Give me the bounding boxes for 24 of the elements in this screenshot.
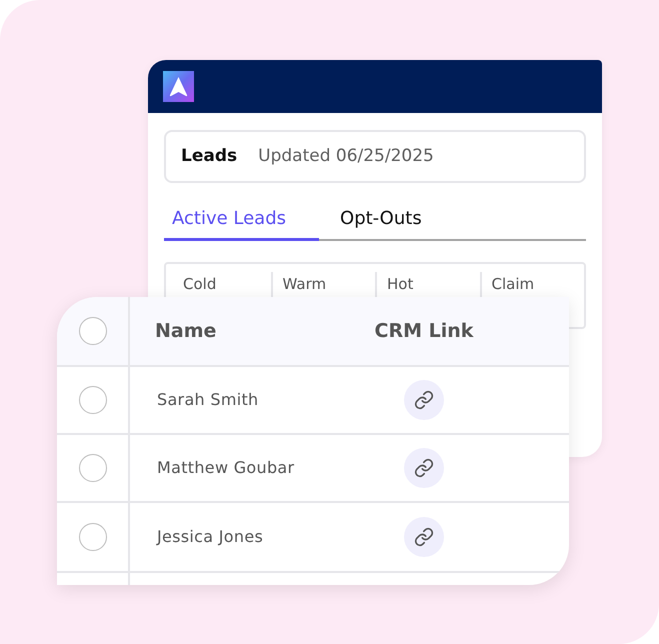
stat-label: Warm xyxy=(282,275,326,293)
row-checkbox[interactable] xyxy=(78,386,106,414)
link-icon xyxy=(414,527,434,547)
summary-title: Leads xyxy=(181,144,238,168)
stat-label: Claim xyxy=(492,275,534,293)
tab[interactable]: Opt-Outs xyxy=(332,203,455,241)
row-checkbox[interactable] xyxy=(78,454,106,482)
stat-label: Cold xyxy=(183,275,216,293)
select-all-checkbox[interactable] xyxy=(78,317,106,345)
lead-name: Jessica Jones xyxy=(157,526,264,548)
crm-link-button[interactable] xyxy=(404,448,444,488)
column-header: Name xyxy=(155,318,216,344)
lead-name: Sarah Smith xyxy=(157,389,258,411)
column-header: CRM Link xyxy=(374,318,474,344)
crm-link-button[interactable] xyxy=(404,517,444,557)
tab[interactable]: Active Leads xyxy=(164,203,320,241)
link-icon xyxy=(414,458,434,478)
crm-link-button[interactable] xyxy=(404,380,444,420)
stat-label: Hot xyxy=(387,275,414,293)
lead-name: Matthew Goubar xyxy=(157,457,294,479)
arrow-logo-icon xyxy=(163,71,194,102)
updated-date: Updated 06/25/2025 xyxy=(258,144,434,168)
link-icon xyxy=(414,390,434,410)
row-checkbox[interactable] xyxy=(78,523,106,551)
